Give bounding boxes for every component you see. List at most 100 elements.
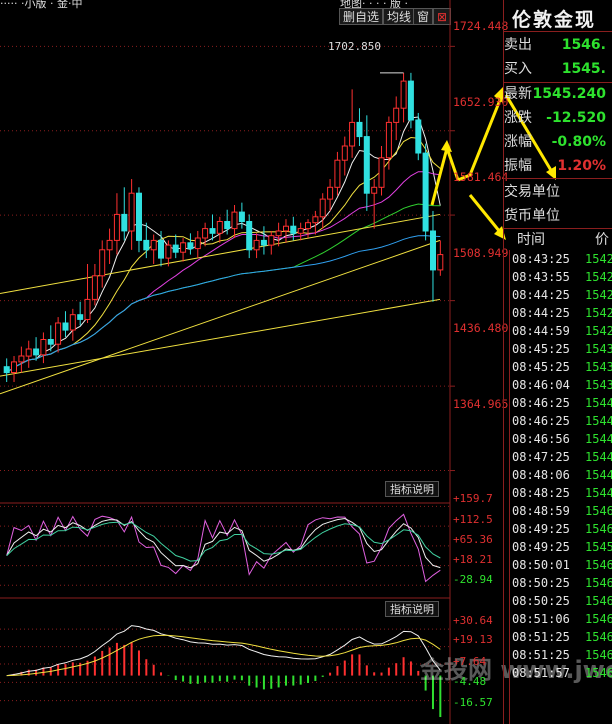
tick-row: 08:43:25 1542 bbox=[509, 250, 612, 268]
macd-line bbox=[6, 634, 441, 677]
tick-time: 08:51:57 bbox=[512, 666, 570, 680]
tick-time: 08:46:56 bbox=[512, 432, 570, 446]
candle-body-up bbox=[349, 121, 356, 147]
info-key: 货币单位 bbox=[504, 208, 560, 224]
info-value: -12.520 bbox=[546, 110, 606, 126]
info-row-buy: 买入 1545. bbox=[504, 57, 612, 81]
candle-body-down bbox=[246, 221, 253, 251]
tick-price: 1544 bbox=[585, 414, 612, 428]
tick-row: 08:51:25 1546 bbox=[509, 628, 612, 646]
tick-price: 1545 bbox=[585, 540, 612, 554]
tick-price: 1543 bbox=[585, 360, 612, 374]
candle-body-up bbox=[194, 237, 201, 250]
indicator-help-button-2[interactable]: 指标说明 bbox=[385, 601, 439, 617]
candle-body-up bbox=[327, 186, 334, 200]
candle-body-up bbox=[371, 186, 378, 194]
info-row-change: 涨跌 -12.520 bbox=[504, 106, 612, 130]
tick-time: 08:48:06 bbox=[512, 468, 570, 482]
instrument-title: 伦敦金现 bbox=[512, 9, 597, 31]
tick-row: 08:49:25 1546 bbox=[509, 520, 612, 538]
tick-price: 1546 bbox=[585, 504, 612, 518]
candle-body-up bbox=[165, 244, 172, 259]
tick-price: 1543 bbox=[585, 378, 612, 392]
info-key: 涨幅 bbox=[504, 134, 532, 150]
tick-row: 08:43:55 1542 bbox=[509, 268, 612, 286]
candle-body-down bbox=[209, 228, 216, 234]
tick-row: 08:50:25 1546 bbox=[509, 592, 612, 610]
tick-price: 1542 bbox=[585, 252, 612, 266]
info-key: 交易单位 bbox=[504, 184, 560, 200]
tick-time: 08:43:55 bbox=[512, 270, 570, 284]
tick-row: 08:44:59 1542 bbox=[509, 322, 612, 340]
tick-time: 08:45:25 bbox=[512, 360, 570, 374]
candle-body-up bbox=[106, 239, 113, 251]
candle-body-up bbox=[268, 235, 275, 246]
candle-body-down bbox=[224, 221, 231, 230]
moving-average-line bbox=[6, 171, 441, 374]
divider bbox=[503, 228, 612, 229]
tick-price: 1546 bbox=[585, 666, 612, 680]
tick-time: 08:50:01 bbox=[512, 558, 570, 572]
candle-body-up bbox=[11, 361, 17, 373]
candle-body-down bbox=[47, 339, 54, 345]
osc-label: +65.36 bbox=[453, 533, 493, 546]
candle-body-up bbox=[378, 157, 385, 188]
tick-time: 08:43:25 bbox=[512, 252, 570, 266]
candle-body-down bbox=[238, 211, 245, 223]
indicator-help-button[interactable]: 指标说明 bbox=[385, 481, 439, 497]
candle-body-down bbox=[121, 213, 128, 232]
tick-time: 08:48:59 bbox=[512, 504, 570, 518]
tick-row: 08:46:04 1543 bbox=[509, 376, 612, 394]
candle-body-down bbox=[356, 121, 363, 138]
candle-body-up bbox=[128, 192, 135, 232]
annotation-arrow bbox=[468, 194, 502, 233]
macd-label: +19.13 bbox=[453, 633, 493, 646]
macd-label: -4.48 bbox=[453, 675, 487, 688]
osc-label: -28.94 bbox=[453, 573, 493, 586]
tick-time: 08:46:25 bbox=[512, 414, 570, 428]
tick-row: 08:49:25 1545 bbox=[509, 538, 612, 556]
candle-body-up bbox=[69, 314, 76, 331]
moving-average-line bbox=[6, 203, 441, 374]
candle-body-down bbox=[172, 244, 179, 253]
tick-price: 1544 bbox=[585, 486, 612, 500]
tick-time: 08:48:25 bbox=[512, 486, 570, 500]
tick-time: 08:44:25 bbox=[512, 288, 570, 302]
candle-body-up bbox=[334, 159, 341, 188]
candle-body-up bbox=[305, 222, 311, 230]
price-label: 1652.930 bbox=[453, 95, 509, 109]
oscillator-line bbox=[6, 513, 441, 583]
tick-price: 1544 bbox=[585, 450, 612, 464]
candle-body-up bbox=[400, 80, 407, 109]
tick-time: 08:50:25 bbox=[512, 576, 570, 590]
osc-label: +112.5 bbox=[453, 513, 493, 526]
tick-row: 08:46:25 1544 bbox=[509, 412, 612, 430]
tick-time: 08:45:25 bbox=[512, 342, 570, 356]
tick-row: 08:44:25 1542 bbox=[509, 286, 612, 304]
oscillator-line bbox=[6, 517, 441, 569]
tick-row: 08:50:01 1546 bbox=[509, 556, 612, 574]
info-row-amplitude: 振幅 1.20% bbox=[504, 154, 612, 178]
tick-price: 1546 bbox=[585, 612, 612, 626]
tick-header: 时间 价 bbox=[509, 230, 612, 250]
tick-row: 08:46:56 1544 bbox=[509, 430, 612, 448]
tick-time: 08:51:25 bbox=[512, 648, 570, 662]
tick-row: 08:50:25 1546 bbox=[509, 574, 612, 592]
candle-body-down bbox=[136, 192, 142, 241]
candle-body-up bbox=[91, 275, 98, 300]
candle-body-up bbox=[25, 348, 32, 357]
candle-body-down bbox=[422, 152, 429, 232]
info-row-last: 最新 1545.240 bbox=[504, 82, 612, 106]
candle-body-up bbox=[231, 211, 238, 230]
candle-body-down bbox=[415, 119, 422, 154]
tick-price: 1542 bbox=[585, 270, 612, 284]
tick-row: 08:48:59 1546 bbox=[509, 502, 612, 520]
info-row-currency-unit: 货币单位 bbox=[504, 204, 612, 228]
tick-time: 08:51:06 bbox=[512, 612, 570, 626]
candle-body-up bbox=[283, 225, 289, 232]
osc-label: +159.7 bbox=[453, 492, 493, 505]
tick-price: 1546 bbox=[585, 594, 612, 608]
candle-body-up bbox=[341, 145, 348, 161]
tick-row: 08:48:06 1544 bbox=[509, 466, 612, 484]
candle-body-up bbox=[113, 213, 120, 241]
